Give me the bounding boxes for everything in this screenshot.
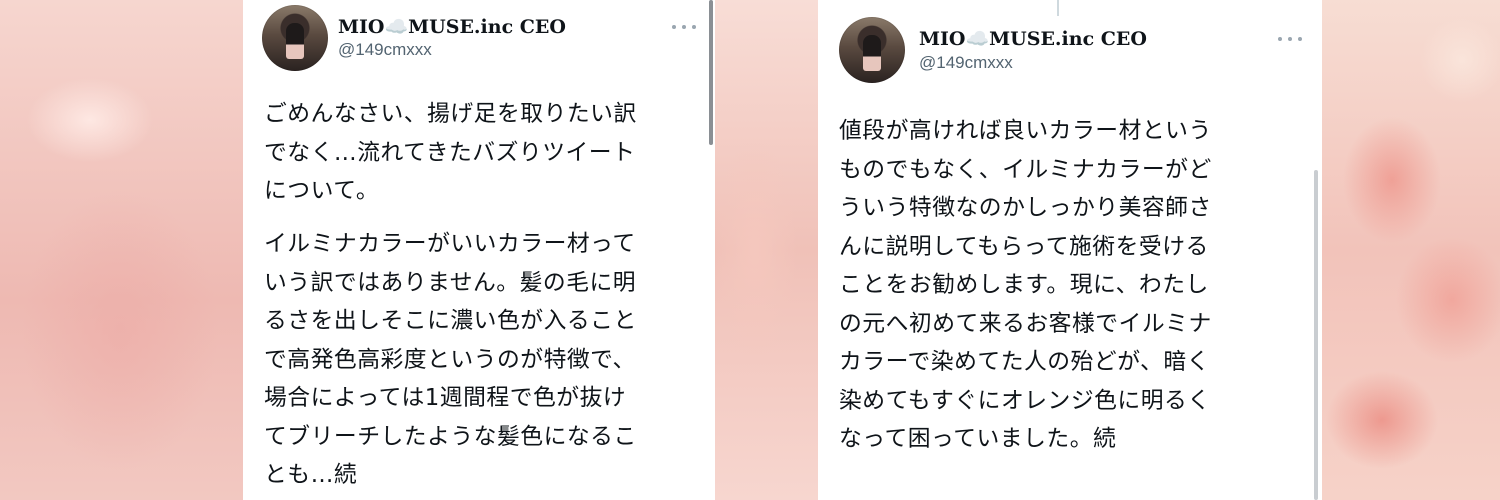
user-handle[interactable]: @149cmxxx <box>338 40 432 60</box>
thread-connector-line <box>1057 0 1059 16</box>
tweet-text-paragraph: イルミナカラーがいいカラー材って いう訳ではありません。髪の毛に明 るさを出しそ… <box>264 231 637 488</box>
tweet-card-2[interactable]: MIO☁️MUSE.inc CEO @149cmxxx 値段が高ければ良いカラー… <box>818 0 1322 500</box>
tweet-card-1[interactable]: MIO☁️MUSE.inc CEO @149cmxxx ごめんなさい、揚げ足を取… <box>243 0 715 500</box>
tweet-text-paragraph: 値段が高ければ良いカラー材という ものでもなく、イルミナカラーがど ういう特徴な… <box>839 118 1212 452</box>
background-flower-right <box>1322 0 1500 500</box>
display-name[interactable]: MIO☁️MUSE.inc CEO <box>338 15 566 38</box>
user-handle[interactable]: @149cmxxx <box>919 53 1013 73</box>
more-dots-icon[interactable] <box>672 20 696 34</box>
background-flower-left <box>0 0 245 500</box>
avatar[interactable] <box>262 5 328 71</box>
display-name[interactable]: MIO☁️MUSE.inc CEO <box>919 27 1147 50</box>
background-flower-middle <box>715 0 818 500</box>
more-dots-icon[interactable] <box>1278 32 1302 46</box>
scrollbar[interactable] <box>1314 170 1318 500</box>
avatar[interactable] <box>839 17 905 83</box>
tweet-text-paragraph: ごめんなさい、揚げ足を取りたい訳 でなく…流れてきたバズりツイート について。 <box>264 101 637 204</box>
scrollbar[interactable] <box>709 0 713 145</box>
